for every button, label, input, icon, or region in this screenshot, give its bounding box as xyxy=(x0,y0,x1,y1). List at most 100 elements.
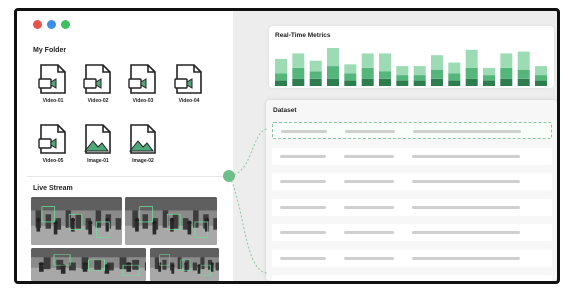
file-label: Video-02 xyxy=(87,98,109,104)
left-panel: My Folder Video-01 Video-02 Video-03 Video-… xyxy=(17,11,233,281)
dataset-row[interactable] xyxy=(272,147,552,165)
dataset-row[interactable] xyxy=(272,249,552,267)
chart-bar-segment xyxy=(431,69,443,79)
chart-bar-segment xyxy=(344,64,357,74)
file-item[interactable]: Image-02 xyxy=(121,123,165,164)
video-file-icon xyxy=(76,63,120,95)
row-placeholder-bar xyxy=(413,130,521,133)
chart-bar-segment xyxy=(483,75,495,81)
row-placeholder-bar xyxy=(345,130,395,133)
row-placeholder-bar xyxy=(412,154,520,158)
chart-bar-segment xyxy=(292,78,305,86)
row-placeholder-bar xyxy=(412,282,520,284)
chart-bar-segment xyxy=(361,67,374,79)
chart-bar-segment xyxy=(483,80,495,86)
row-placeholder-bar xyxy=(344,205,394,209)
row-placeholder-bar xyxy=(280,205,326,209)
chart-bar-segment xyxy=(275,80,287,86)
dataset-row[interactable] xyxy=(272,224,552,241)
chart-bar-segment xyxy=(292,67,305,79)
row-placeholder-bar xyxy=(280,256,326,260)
right-panel: Real-Time Metrics Dataset xyxy=(233,11,557,281)
app-window: My Folder Video-01 Video-02 Video-03 Video-… xyxy=(14,8,560,284)
chart-bar-segment xyxy=(448,62,461,74)
close-window-dot[interactable] xyxy=(33,20,42,29)
chart-bar-segment xyxy=(309,78,322,86)
chart-bar-segment xyxy=(431,78,443,86)
row-placeholder-bar xyxy=(412,205,520,209)
row-placeholder-bar xyxy=(344,282,394,284)
chart-bar-segment xyxy=(327,48,339,67)
metrics-card: Real-Time Metrics xyxy=(269,26,554,88)
chart-bar-segment xyxy=(275,58,287,74)
chart-bar-segment xyxy=(465,67,478,79)
chart-bar-segment xyxy=(500,67,513,79)
file-label: Image-02 xyxy=(132,158,154,164)
file-label: Image-01 xyxy=(87,158,109,164)
section-divider xyxy=(27,176,223,177)
live-stream-feed[interactable] xyxy=(150,248,219,281)
file-item[interactable]: Image-01 xyxy=(76,123,120,164)
file-item[interactable]: Video-01 xyxy=(31,63,75,104)
dataset-row[interactable] xyxy=(272,198,552,216)
video-file-icon xyxy=(31,123,75,155)
chart-bar-segment xyxy=(448,80,461,86)
live-stream-feed[interactable] xyxy=(31,197,122,245)
row-placeholder-bar xyxy=(280,231,326,234)
chart-bar-segment xyxy=(413,75,426,81)
maximize-window-dot[interactable] xyxy=(61,20,70,29)
row-placeholder-bar xyxy=(281,130,327,133)
file-item[interactable]: Video-04 xyxy=(167,63,211,104)
video-file-icon xyxy=(121,63,165,95)
live-stream-feed[interactable] xyxy=(31,248,146,281)
video-file-icon xyxy=(31,63,75,95)
row-placeholder-bar xyxy=(412,180,520,183)
row-placeholder-bar xyxy=(280,180,326,183)
minimize-window-dot[interactable] xyxy=(47,20,56,29)
chart-bar-segment xyxy=(500,53,513,68)
chart-bar-segment xyxy=(535,75,547,81)
row-placeholder-bar xyxy=(280,154,326,158)
chart-bar-segment xyxy=(396,75,409,81)
chart-bar-segment xyxy=(448,73,461,81)
image-file-icon xyxy=(121,123,165,155)
chart-bar-segment xyxy=(535,66,547,76)
dataset-row[interactable] xyxy=(272,173,552,190)
chart-bar-segment xyxy=(379,53,391,72)
live-stream-feed[interactable] xyxy=(125,197,217,245)
chart-bar-segment xyxy=(500,78,513,86)
chart-bar-segment xyxy=(309,60,322,72)
row-placeholder-bar xyxy=(344,180,394,183)
chart-bar-segment xyxy=(517,51,530,70)
image-file-icon xyxy=(76,123,120,155)
chart-bar-segment xyxy=(309,71,322,79)
window-controls xyxy=(33,20,70,29)
dataset-title: Dataset xyxy=(273,107,297,114)
file-item[interactable]: Video-03 xyxy=(121,63,165,104)
folder-title: My Folder xyxy=(33,47,67,54)
file-label: Video-03 xyxy=(132,98,154,104)
file-item[interactable]: Video-05 xyxy=(31,123,75,164)
chart-bar-segment xyxy=(275,73,287,81)
dataset-row[interactable] xyxy=(272,275,552,284)
file-item[interactable]: Video-02 xyxy=(76,63,120,104)
row-placeholder-bar xyxy=(344,256,394,260)
chart-bar-segment xyxy=(327,66,339,79)
chart-bar-segment xyxy=(379,78,391,86)
chart-bar-segment xyxy=(344,73,357,81)
chart-bar-segment xyxy=(327,78,339,86)
chart-bar-segment xyxy=(344,80,357,86)
row-placeholder-bar xyxy=(344,154,394,158)
chart-bar-segment xyxy=(379,71,391,79)
row-placeholder-bar xyxy=(412,256,520,260)
video-file-icon xyxy=(167,63,211,95)
chart-bar-segment xyxy=(396,80,409,86)
chart-bar-segment xyxy=(465,78,478,86)
chart-bar-segment xyxy=(361,78,374,86)
chart-bar-segment xyxy=(483,67,495,76)
metrics-bar-chart xyxy=(275,48,547,86)
dataset-row[interactable] xyxy=(272,122,552,139)
chart-bar-segment xyxy=(413,66,426,76)
chart-bar-segment xyxy=(517,69,530,79)
metrics-title: Real-Time Metrics xyxy=(275,32,331,39)
